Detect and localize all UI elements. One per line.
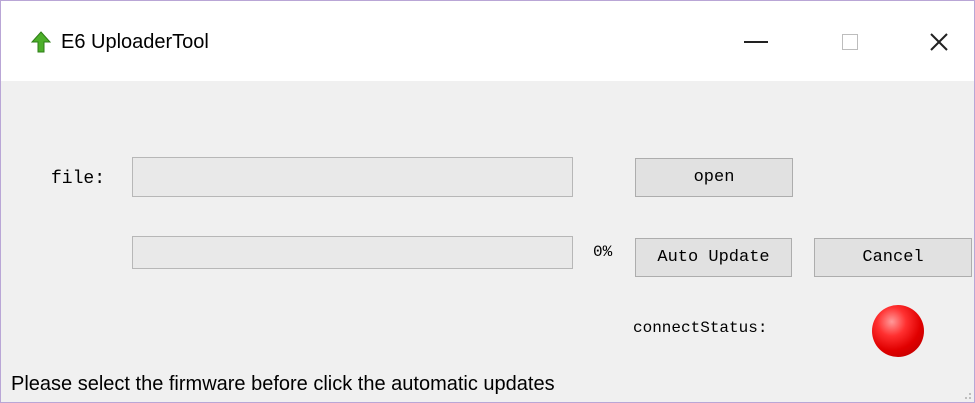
open-button[interactable]: open	[635, 158, 793, 197]
minimize-button[interactable]	[733, 19, 779, 65]
status-bar-message: Please select the firmware before click …	[11, 373, 555, 395]
minimize-icon	[744, 41, 768, 43]
uploader-window: E6 UploaderTool file: open 0% Auto Updat…	[0, 0, 975, 403]
close-icon	[930, 33, 948, 51]
auto-update-button[interactable]: Auto Update	[635, 238, 792, 277]
cancel-button[interactable]: Cancel	[814, 238, 972, 277]
maximize-button[interactable]	[827, 19, 873, 65]
connect-status-indicator	[872, 305, 924, 357]
maximize-icon	[842, 34, 858, 50]
progress-percent: 0%	[593, 243, 613, 261]
file-path-input[interactable]	[132, 157, 573, 197]
close-button[interactable]	[916, 19, 962, 65]
resize-grip-icon[interactable]	[964, 392, 972, 400]
connect-status-label: connectStatus:	[633, 319, 768, 337]
upload-arrow-icon	[31, 31, 51, 53]
title-bar[interactable]: E6 UploaderTool	[1, 1, 974, 81]
upload-progress-bar	[132, 236, 573, 269]
file-label: file:	[51, 169, 106, 189]
window-title: E6 UploaderTool	[61, 31, 209, 53]
